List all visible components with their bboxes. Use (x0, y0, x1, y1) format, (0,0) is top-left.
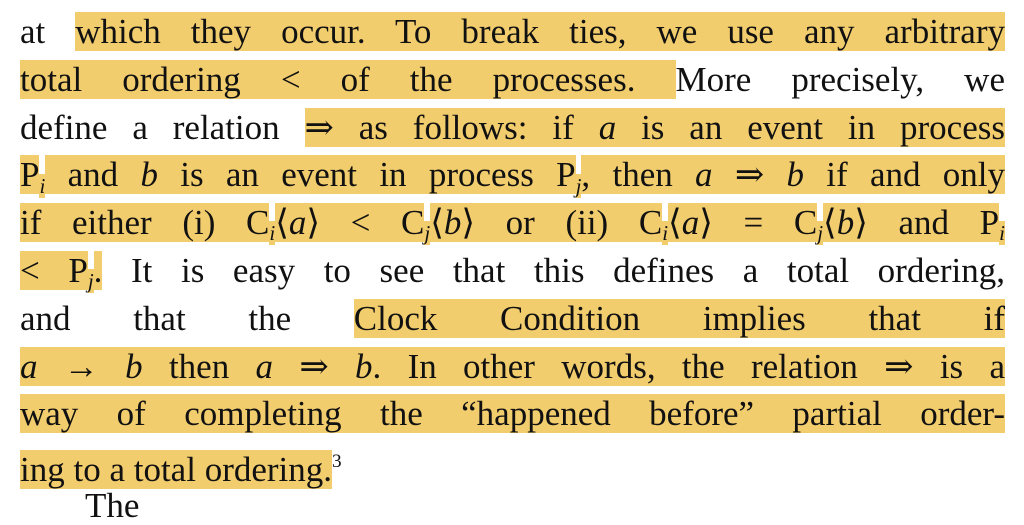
highlighted-text: ⇒ (273, 346, 355, 386)
highlighted-text: then (142, 346, 256, 386)
highlighted-text: ⟨ (823, 203, 837, 243)
highlighted-text: b (125, 346, 143, 386)
highlighted-text: if either (i) C (20, 203, 270, 243)
text-line: a → b then a ⇒ b. In other words, the re… (20, 343, 1006, 391)
text-segment: at (20, 12, 76, 51)
highlighted-text: ⟨ (275, 203, 289, 243)
highlighted-text: ⟩ = C (699, 203, 818, 243)
highlighted-text: a (598, 107, 617, 147)
text-line: define a relation ⇒ as follows: if a is … (20, 104, 1005, 152)
highlighted-text: total ordering < of the processes. (20, 59, 676, 99)
highlighted-text: if and only (803, 155, 1006, 195)
text-line: total ordering < of the processes. More … (20, 56, 1005, 104)
highlighted-text: a (695, 155, 713, 195)
highlighted-text: and (45, 155, 141, 195)
highlighted-text: b (443, 203, 462, 243)
highlighted-text: a (20, 346, 38, 386)
text-segment: More precisely, we (675, 59, 1006, 99)
highlighted-text: a (681, 203, 700, 243)
paper-excerpt: at which they occur. To break ties, we u… (20, 8, 1006, 489)
footnote-marker: 3 (332, 451, 342, 473)
highlighted-text: is an event in process P (157, 155, 576, 195)
text-line: Pi and b is an event in process Pj, then… (20, 151, 1006, 199)
text-segment: define a relation (20, 107, 305, 147)
highlighted-text: ⟨ (668, 203, 682, 243)
highlighted-text: i (999, 221, 1005, 246)
highlighted-text: b (355, 346, 373, 386)
highlighted-text: ⇒ as follows: if (304, 107, 599, 147)
text-segment: It is easy to see that this defines a to… (102, 250, 1005, 290)
highlighted-text: ⇒ (712, 155, 787, 195)
highlighted-text: ⟨ (430, 203, 444, 243)
text-line: < Pj. It is easy to see that this define… (20, 247, 1005, 295)
highlighted-text: is an event in process (616, 107, 1005, 147)
highlighted-text: ⟩ or (ii) C (461, 203, 663, 243)
highlighted-text: ⟩ < C (306, 203, 425, 243)
next-paragraph-fragment: The (85, 486, 140, 525)
highlighted-text: which they occur. To break ties, we use … (75, 12, 1005, 51)
highlighted-text: a (288, 203, 307, 243)
highlighted-text: b (836, 203, 855, 243)
text-line: ing to a total ordering.3 (20, 438, 1005, 489)
highlighted-text: b (140, 155, 158, 195)
text-line: way of completing the “happened before” … (20, 390, 1005, 438)
text-line: and that the Clock Condition implies tha… (20, 295, 1005, 343)
highlighted-text: , then (581, 155, 696, 195)
highlighted-text: way of completing the “happened before” … (20, 394, 1005, 434)
text-segment: and that the (20, 298, 354, 338)
highlighted-text: b (786, 155, 804, 195)
text-line: at which they occur. To break ties, we u… (20, 8, 1005, 56)
highlighted-text: ing to a total ordering. (20, 449, 333, 489)
highlighted-text: Clock Condition implies that if (353, 298, 1005, 338)
highlighted-text: ⟩ and P (854, 203, 1000, 243)
highlighted-text: P (20, 155, 40, 195)
highlighted-text: a (255, 346, 274, 386)
text-line: if either (i) Ci⟨a⟩ < Cj⟨b⟩ or (ii) Ci⟨a… (20, 199, 1005, 247)
highlighted-text: j (87, 269, 94, 294)
highlighted-text: → (37, 346, 126, 386)
highlighted-text: < P (20, 250, 88, 290)
highlighted-text: . In other words, the relation ⇒ is a (372, 346, 1006, 386)
